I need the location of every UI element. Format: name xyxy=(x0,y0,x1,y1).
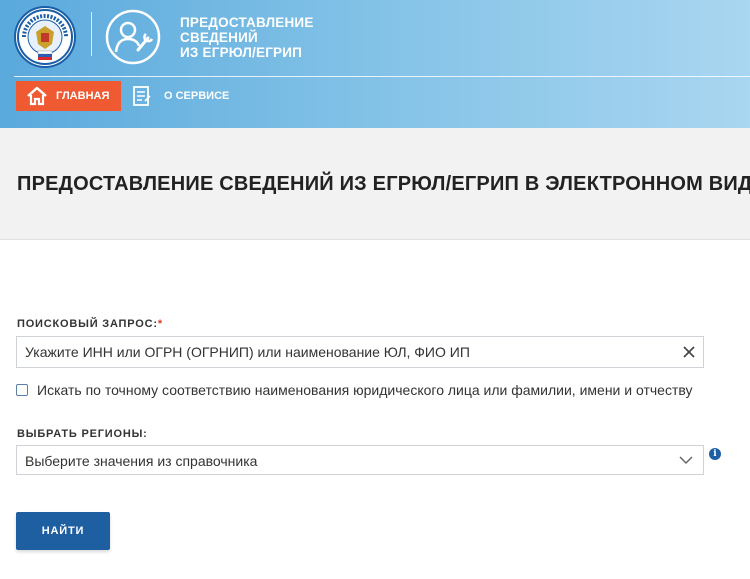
exact-match-label[interactable]: Искать по точному соответствию наименова… xyxy=(37,382,692,398)
nav-item-main[interactable]: ГЛАВНАЯ xyxy=(16,81,121,111)
search-box xyxy=(16,336,704,368)
find-button[interactable]: НАЙТИ xyxy=(16,512,110,550)
service-title-line: ИЗ ЕГРЮЛ/ЕГРИП xyxy=(180,45,303,60)
header-divider xyxy=(91,12,92,56)
info-icon[interactable]: i xyxy=(709,448,721,460)
query-label: ПОИСКОВЫЙ ЗАПРОС:* xyxy=(17,318,163,330)
title-band: ПРЕДОСТАВЛЕНИЕ СВЕДЕНИЙ ИЗ ЕГРЮЛ/ЕГРИП В… xyxy=(0,128,750,240)
fns-emblem-logo[interactable] xyxy=(14,6,76,68)
service-worker-wrench-icon xyxy=(105,9,161,65)
home-icon xyxy=(27,86,47,106)
query-label-text: ПОИСКОВЫЙ ЗАПРОС: xyxy=(17,318,158,330)
fns-emblem-icon xyxy=(17,9,73,65)
nav-item-main-label: ГЛАВНАЯ xyxy=(56,90,110,102)
required-mark: * xyxy=(157,318,163,330)
regions-select[interactable]: Выберите значения из справочника xyxy=(16,445,704,475)
nav-item-about-label: О СЕРВИСЕ xyxy=(164,90,230,102)
exact-match-option[interactable]: Искать по точному соответствию наименова… xyxy=(16,382,692,398)
search-input[interactable] xyxy=(17,337,667,367)
document-icon xyxy=(133,86,151,106)
nav-item-about[interactable]: О СЕРВИСЕ xyxy=(130,81,229,111)
service-title: ПРЕДОСТАВЛЕНИЕ СВЕДЕНИЙ ИЗ ЕГРЮЛ/ЕГРИП xyxy=(180,15,350,60)
regions-label: ВЫБРАТЬ РЕГИОНЫ: xyxy=(17,428,148,440)
nav-divider xyxy=(14,76,750,77)
service-title-line: ПРЕДОСТАВЛЕНИЕ xyxy=(180,15,314,30)
service-title-line: СВЕДЕНИЙ xyxy=(180,30,258,45)
close-icon[interactable] xyxy=(682,345,696,359)
page-title: ПРЕДОСТАВЛЕНИЕ СВЕДЕНИЙ ИЗ ЕГРЮЛ/ЕГРИП В… xyxy=(17,173,750,195)
exact-match-checkbox[interactable] xyxy=(16,384,28,396)
regions-select-placeholder: Выберите значения из справочника xyxy=(25,453,258,469)
chevron-down-icon xyxy=(679,456,693,465)
site-header: ПРЕДОСТАВЛЕНИЕ СВЕДЕНИЙ ИЗ ЕГРЮЛ/ЕГРИП Г… xyxy=(0,0,750,128)
